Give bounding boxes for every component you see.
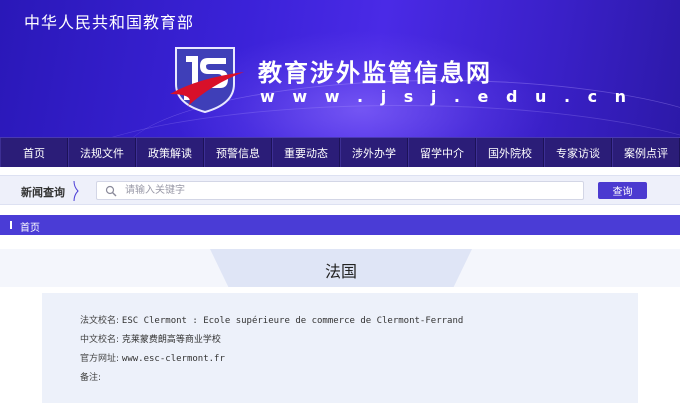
website-row: 官方网址: www.esc-clermont.fr (80, 351, 225, 364)
search-box (96, 181, 584, 200)
chinese-name-label: 中文校名: (80, 335, 120, 345)
jsj-logo-icon[interactable] (168, 44, 246, 114)
foreign-name-label: 法文校名: (80, 316, 120, 326)
chinese-name-row: 中文校名: 克莱蒙费朗高等商业学校 (80, 332, 221, 345)
site-url[interactable]: w w w . j s j . e d u . c n (260, 87, 632, 106)
ministry-name: 中华人民共和国教育部 (24, 13, 195, 32)
institution-info-panel: 法文校名: ESC Clermont : Ecole supérieure de… (42, 293, 638, 403)
foreign-name-value: ESC Clermont : Ecole supérieure de comme… (121, 316, 464, 326)
nav-item-regulations[interactable]: 法规文件 (68, 138, 136, 167)
breadcrumb: 首页 (0, 215, 680, 235)
search-button[interactable]: 查询 (598, 182, 647, 199)
notes-label: 备注: (80, 373, 102, 383)
notes-row: 备注: (80, 370, 101, 383)
search-icon (105, 185, 117, 197)
website-value[interactable]: www.esc-clermont.fr (122, 354, 225, 364)
breadcrumb-home-link[interactable]: 首页 (20, 219, 40, 234)
nav-item-foreign-institutions[interactable]: 国外院校 (476, 138, 544, 167)
nav-item-news[interactable]: 重要动态 (272, 138, 340, 167)
breadcrumb-marker (10, 221, 12, 229)
search-label: 新闻查询 (21, 186, 65, 199)
nav-item-study-abroad-agencies[interactable]: 留学中介 (408, 138, 476, 167)
chevron-divider-icon (73, 181, 79, 201)
nav-item-expert-interviews[interactable]: 专家访谈 (544, 138, 612, 167)
nav-item-foreign-schooling[interactable]: 涉外办学 (340, 138, 408, 167)
news-search-bar: 新闻查询 查询 (0, 175, 680, 205)
page-title: 法国 (324, 262, 357, 281)
search-input[interactable] (125, 182, 575, 199)
website-label: 官方网址: (80, 354, 120, 364)
nav-item-case-reviews[interactable]: 案例点评 (612, 138, 680, 167)
nav-item-warnings[interactable]: 预警信息 (204, 138, 272, 167)
nav-item-policy-interpretation[interactable]: 政策解读 (136, 138, 204, 167)
nav-item-home[interactable]: 首页 (0, 138, 68, 167)
site-title: 教育涉外监管信息网 (258, 59, 492, 87)
site-banner: 中华人民共和国教育部 教育涉外监管信息网 w w w . j s j . e d… (0, 0, 680, 137)
foreign-name-row: 法文校名: ESC Clermont : Ecole supérieure de… (80, 313, 463, 326)
main-nav: 首页 法规文件 政策解读 预警信息 重要动态 涉外办学 留学中介 国外院校 专家… (0, 137, 680, 167)
chinese-name-value: 克莱蒙费朗高等商业学校 (121, 335, 221, 345)
